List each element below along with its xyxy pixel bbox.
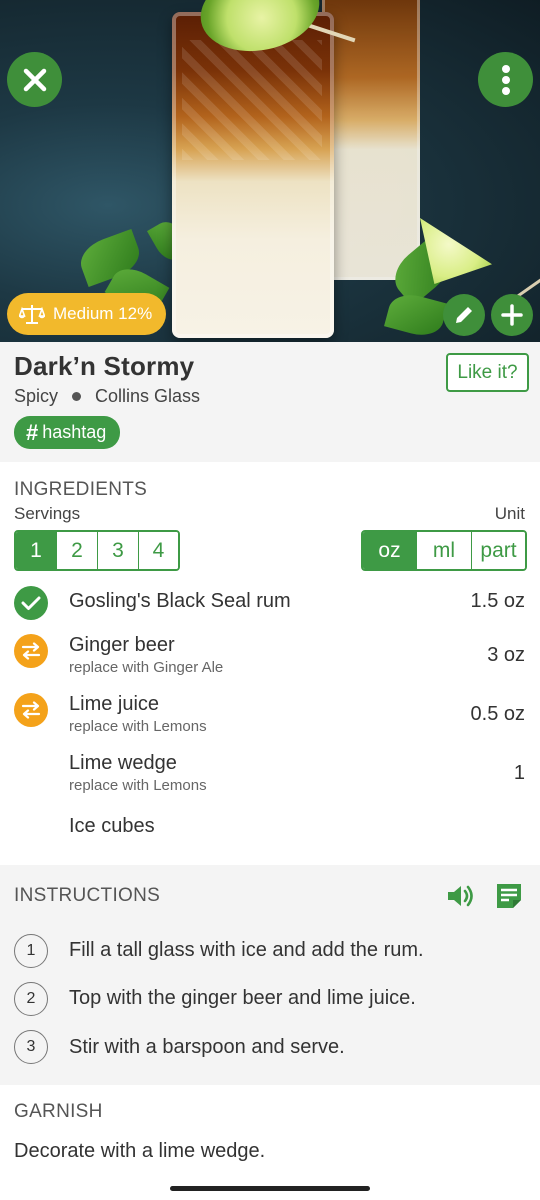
instructions-section: INSTRUCTIONS 1 Fill a tall glass with ic…: [0, 865, 540, 1085]
like-button[interactable]: Like it?: [446, 353, 529, 392]
ingredient-amount: 0.5 oz: [470, 703, 525, 725]
add-button[interactable]: [491, 294, 533, 336]
separator-dot: [72, 392, 82, 401]
note-icon[interactable]: [495, 882, 523, 910]
servings-option-3[interactable]: 3: [97, 532, 138, 569]
swap-icon: [14, 634, 48, 668]
garnish-text: Decorate with a lime wedge.: [14, 1140, 266, 1162]
ingredient-substitute: replace with Lemons: [69, 718, 207, 735]
ingredient-name: Lime wedge: [69, 752, 177, 774]
unit-option-part[interactable]: part: [471, 532, 525, 569]
ingredient-substitute: replace with Ginger Ale: [69, 659, 224, 676]
cocktail-photo: [0, 0, 540, 342]
glass-label: Collins Glass: [95, 386, 201, 406]
ingredient-amount: 1.5 oz: [470, 590, 525, 612]
step-number: 3: [14, 1030, 48, 1064]
more-options-button[interactable]: [478, 52, 533, 107]
recipe-header: Dark’n Stormy Spicy Collins Glass Like i…: [0, 342, 540, 462]
ingredient-substitute: replace with Lemons: [69, 777, 207, 794]
ingredient-amount: 1: [513, 762, 525, 784]
close-icon: [23, 68, 46, 91]
edit-button[interactable]: [443, 294, 485, 336]
check-circle-icon: [14, 586, 48, 620]
ingredient-name: Ice cubes: [69, 815, 155, 837]
unit-selector: oz ml part: [361, 530, 527, 571]
ingredient-name: Ginger beer: [69, 634, 175, 656]
ingredient-name: Gosling's Black Seal rum: [69, 590, 291, 612]
hash-icon: #: [26, 419, 39, 445]
hashtag-chip[interactable]: # hashtag: [14, 416, 121, 449]
servings-selector: 1 2 3 4: [14, 530, 180, 571]
volume-icon[interactable]: [446, 883, 476, 909]
step-text: Stir with a barspoon and serve.: [69, 1036, 345, 1058]
strength-label: Medium 12%: [53, 304, 153, 323]
step-text: Fill a tall glass with ice and add the r…: [69, 939, 424, 961]
unit-option-oz[interactable]: oz: [363, 532, 416, 569]
servings-label: Servings: [14, 504, 81, 523]
pencil-icon: [456, 307, 472, 323]
recipe-title: Dark’n Stormy: [14, 351, 195, 381]
hashtag-label: hashtag: [42, 422, 107, 442]
servings-option-2[interactable]: 2: [56, 532, 97, 569]
home-indicator[interactable]: [170, 1186, 370, 1191]
swap-icon: [14, 693, 48, 727]
ingredients-title: INGREDIENTS: [14, 479, 148, 500]
plus-icon: [501, 304, 523, 326]
servings-option-1[interactable]: 1: [16, 532, 56, 569]
step-text: Top with the ginger beer and lime juice.: [69, 987, 416, 1009]
unit-option-ml[interactable]: ml: [416, 532, 471, 569]
recipe-meta: Spicy Collins Glass: [14, 386, 200, 407]
ingredient-amount: 3 oz: [487, 644, 525, 666]
scale-icon: [19, 305, 45, 324]
step-number: 1: [14, 934, 48, 968]
close-button[interactable]: [7, 52, 62, 107]
garnish-title: GARNISH: [14, 1101, 103, 1122]
taste-label: Spicy: [14, 386, 59, 406]
servings-option-4[interactable]: 4: [138, 532, 178, 569]
instructions-title: INSTRUCTIONS: [14, 885, 161, 906]
ingredient-name: Lime juice: [69, 693, 160, 715]
unit-label: Unit: [494, 504, 525, 523]
strength-badge[interactable]: Medium 12%: [7, 293, 167, 335]
more-vert-icon: [501, 64, 510, 95]
step-number: 2: [14, 982, 48, 1016]
